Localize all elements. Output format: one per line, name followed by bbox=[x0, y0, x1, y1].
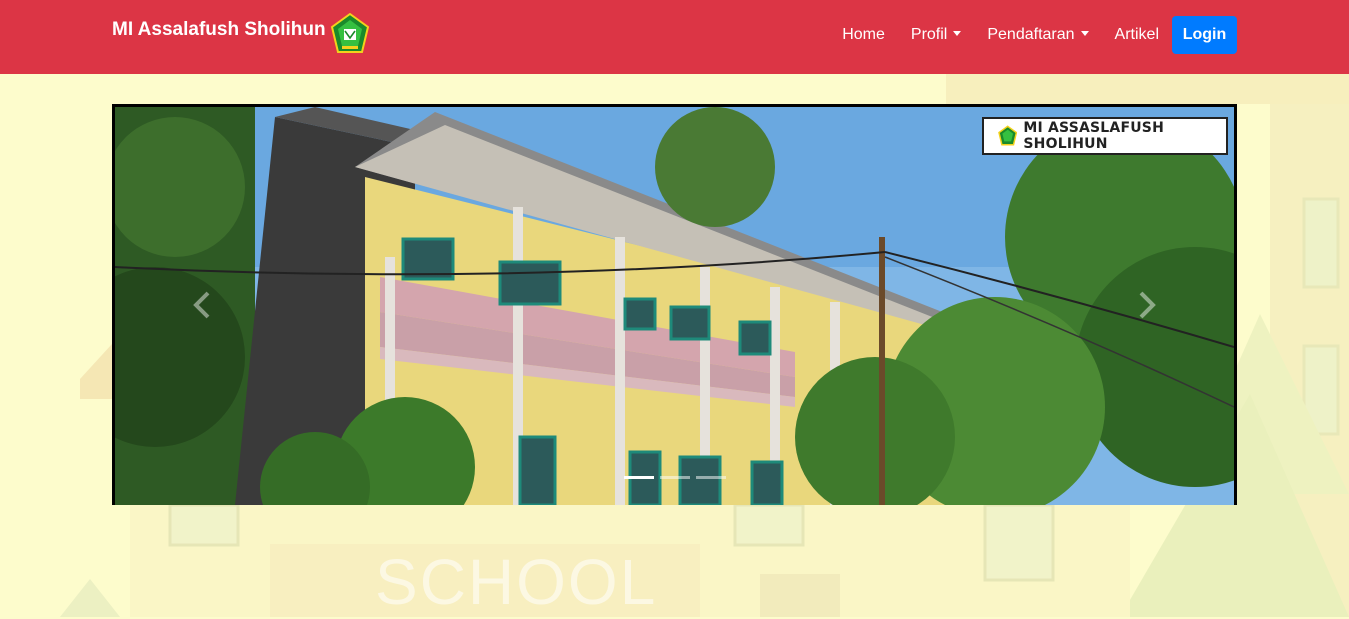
nav-profil-label: Profil bbox=[910, 26, 948, 43]
top-navbar: MI Assalafush Sholihun Home Profil Penda… bbox=[0, 0, 1349, 74]
login-button[interactable]: Login bbox=[1172, 16, 1237, 54]
carousel-slide-school-building: MI ASSASLAFUSH SHOLIHUN bbox=[115, 107, 1234, 505]
nav-artikel[interactable]: Artikel bbox=[1102, 16, 1172, 54]
main-nav: Home Profil Pendaftaran Artikel Login bbox=[829, 16, 1237, 54]
caret-down-icon bbox=[953, 31, 962, 36]
caret-down-icon bbox=[1080, 31, 1089, 36]
nav-pendaftaran-label: Pendaftaran bbox=[987, 26, 1075, 43]
chevron-left-icon bbox=[193, 291, 210, 318]
carousel-next-button[interactable] bbox=[1097, 104, 1197, 505]
hero-carousel: MI ASSASLAFUSH SHOLIHUN bbox=[112, 104, 1237, 505]
nav-artikel-label: Artikel bbox=[1114, 26, 1159, 43]
nav-home[interactable]: Home bbox=[829, 16, 898, 54]
carousel-prev-button[interactable] bbox=[152, 104, 252, 505]
brand-name[interactable]: MI Assalafush Sholihun bbox=[112, 19, 326, 41]
background-school-sign: SCHOOL bbox=[375, 546, 658, 618]
carousel-indicator[interactable] bbox=[695, 476, 726, 479]
nav-pendaftaran-dropdown[interactable]: Pendaftaran bbox=[974, 16, 1101, 54]
carousel-indicator[interactable] bbox=[659, 476, 690, 479]
nav-home-label: Home bbox=[842, 26, 885, 43]
school-logo-icon bbox=[998, 125, 1018, 146]
nav-profil-dropdown[interactable]: Profil bbox=[898, 16, 974, 54]
carousel-indicator[interactable] bbox=[623, 476, 654, 479]
school-logo-icon[interactable] bbox=[330, 12, 370, 55]
chevron-right-icon bbox=[1139, 291, 1156, 318]
carousel-indicators bbox=[112, 476, 1237, 479]
